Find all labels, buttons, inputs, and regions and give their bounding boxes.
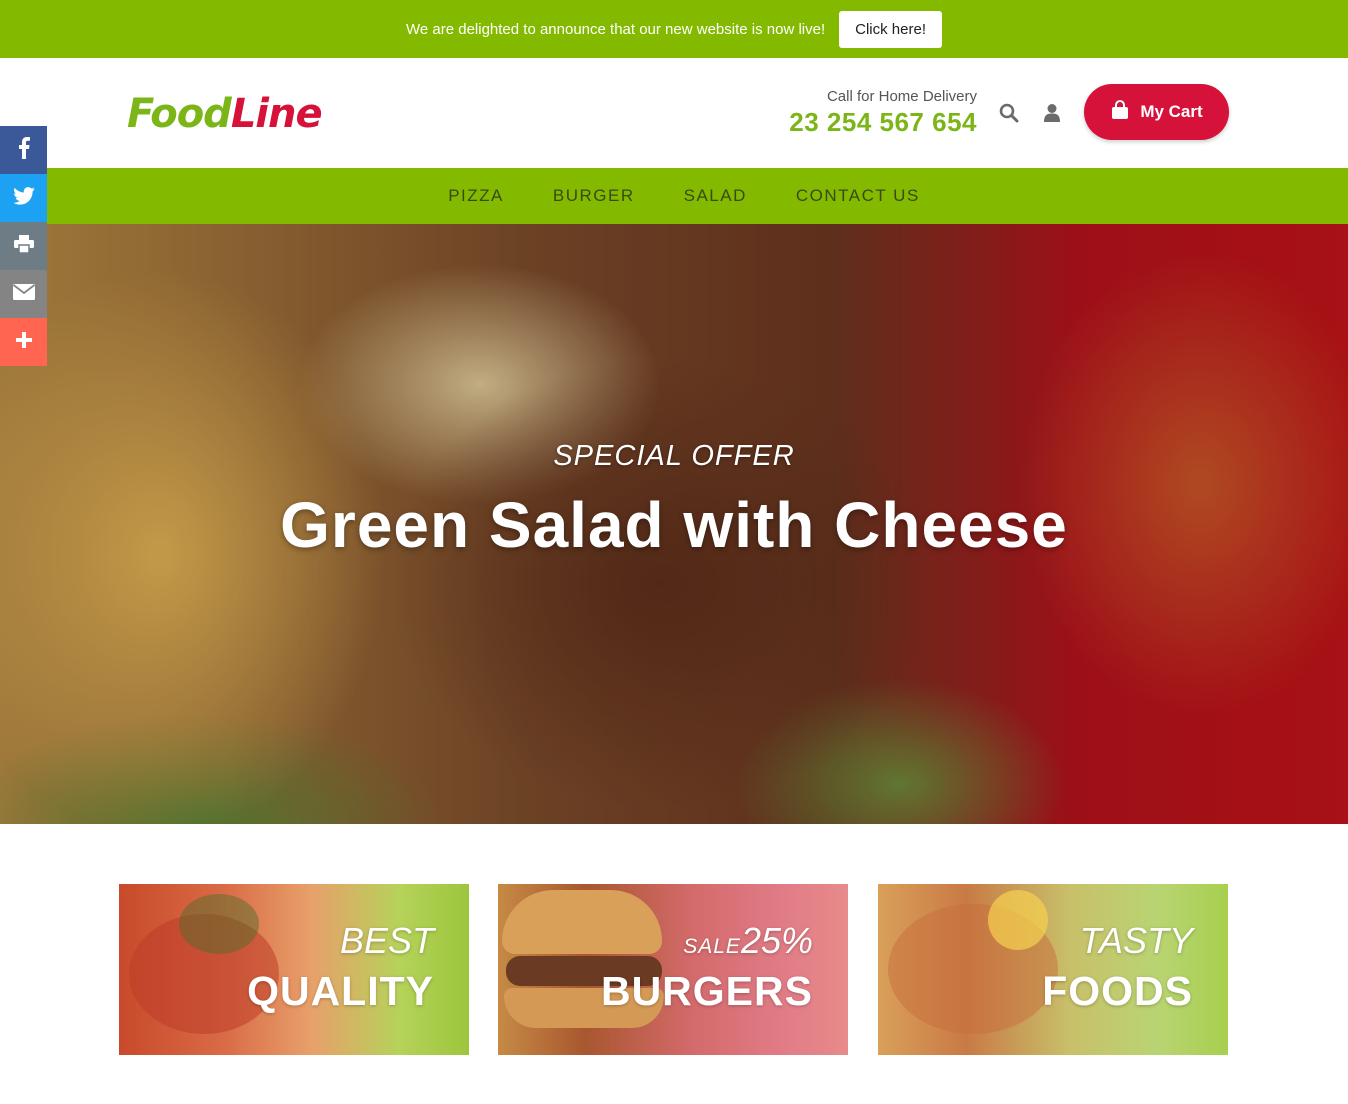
print-share-button[interactable]	[0, 222, 47, 270]
social-share-bar	[0, 126, 47, 366]
promo-best-quality[interactable]: BEST QUALITY	[119, 884, 469, 1055]
twitter-icon	[12, 186, 35, 210]
promo-burgers-sale[interactable]: SALE25% BURGERS	[498, 884, 848, 1055]
hero-banner: SPECIAL OFFER Green Salad with Cheese	[0, 224, 1348, 824]
announcement-text: We are delighted to announce that our ne…	[405, 20, 826, 38]
promo-tasty-foods[interactable]: TASTY FOODS	[878, 884, 1228, 1055]
facebook-share-button[interactable]	[0, 126, 47, 174]
print-icon	[13, 234, 34, 258]
promo-burger-bun-image	[502, 890, 662, 954]
user-icon[interactable]	[1041, 102, 1063, 124]
shopping-bag-icon	[1110, 99, 1130, 125]
promo-herbs-image	[179, 894, 259, 954]
email-icon	[12, 283, 35, 305]
hero-title: Green Salad with Cheese	[280, 489, 1068, 561]
nav-item-contact[interactable]: CONTACT US	[796, 186, 920, 206]
announcement-bar: We are delighted to announce that our ne…	[0, 0, 1348, 58]
phone-number[interactable]: 23 254 567 654	[789, 107, 977, 138]
twitter-share-button[interactable]	[0, 174, 47, 222]
promo-sale-label: SALE	[683, 935, 741, 958]
promo-bottom-text: QUALITY	[247, 968, 434, 1014]
logo-line: Line	[230, 91, 323, 137]
main-nav: PIZZA BURGER SALAD CONTACT US	[47, 168, 1348, 224]
email-share-button[interactable]	[0, 270, 47, 318]
logo-food: Food	[127, 91, 232, 137]
search-icon[interactable]	[998, 102, 1020, 124]
site-header: FoodLine Call for Home Delivery 23 254 5…	[0, 58, 1348, 168]
promo-bottom-text: BURGERS	[600, 968, 813, 1014]
nav-item-salad[interactable]: SALAD	[684, 186, 747, 206]
logo[interactable]: FoodLine	[127, 86, 337, 142]
promo-bottom-text: FOODS	[1042, 968, 1193, 1014]
announcement-button[interactable]: Click here!	[839, 10, 942, 48]
phone-label: Call for Home Delivery	[826, 88, 977, 105]
promo-top-text: SALE25%	[683, 920, 813, 962]
promo-lemon-image	[988, 890, 1048, 950]
more-share-button[interactable]	[0, 318, 47, 366]
plus-icon	[15, 331, 32, 353]
hero-subtitle: SPECIAL OFFER	[553, 440, 795, 472]
cart-label: My Cart	[1140, 102, 1203, 121]
cart-button[interactable]: My Cart	[1084, 84, 1229, 140]
nav-item-pizza[interactable]: PIZZA	[448, 186, 504, 206]
facebook-icon	[18, 136, 30, 164]
promo-top-text: TASTY	[1079, 920, 1193, 961]
phone-block: Call for Home Delivery 23 254 567 654	[789, 88, 977, 138]
promo-sale-percent: 25%	[740, 920, 813, 961]
promo-top-text: BEST	[339, 920, 434, 961]
nav-item-burger[interactable]: BURGER	[553, 186, 635, 206]
